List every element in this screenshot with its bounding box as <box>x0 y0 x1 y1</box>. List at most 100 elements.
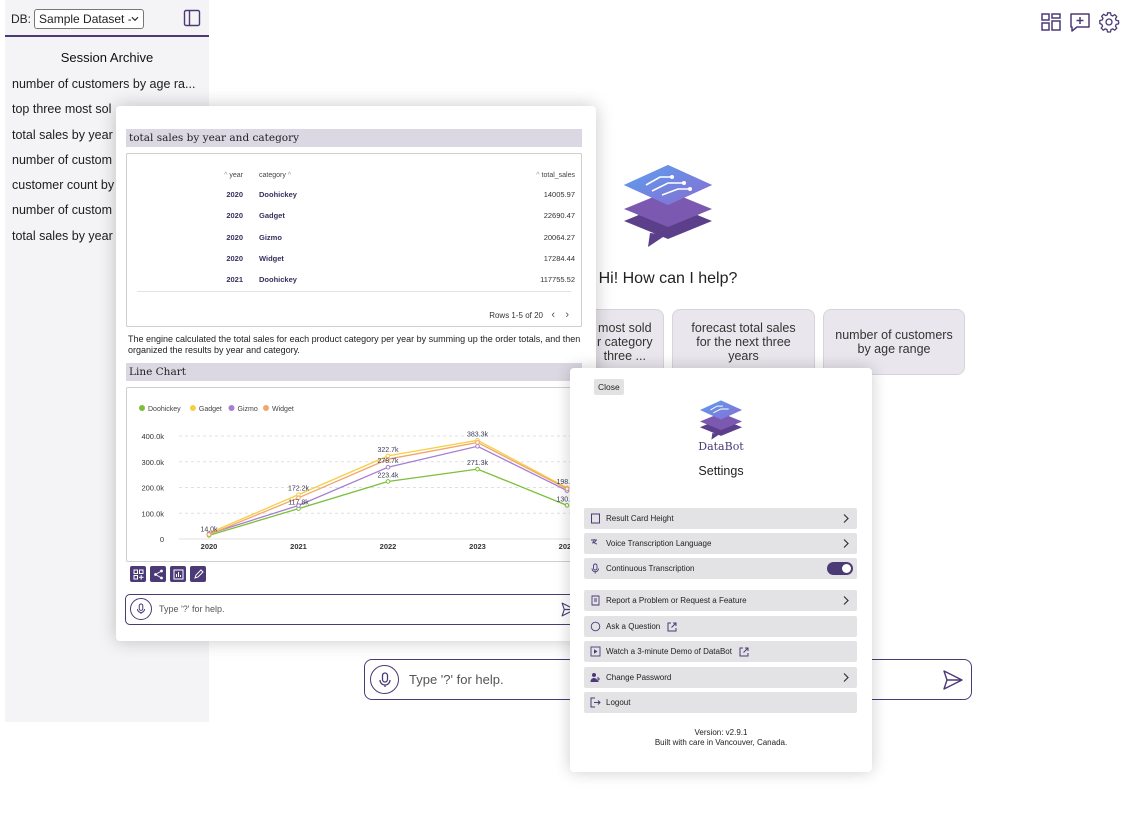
microphone-icon <box>591 563 599 574</box>
setting-label: Result Card Height <box>606 514 674 523</box>
table-divider <box>137 291 571 292</box>
data-label: 14.0k <box>200 526 218 533</box>
next-page-icon[interactable]: › <box>565 309 569 321</box>
chart-type-button[interactable] <box>170 566 186 582</box>
settings-gear-icon[interactable] <box>1098 11 1120 33</box>
x-tick-label: 2020 <box>201 542 218 551</box>
setting-label: Logout <box>606 698 631 707</box>
line-chart: 0 100.0k 200.0k 300.0k 400.0k 2020 2021 2022 202… <box>139 405 578 551</box>
suggestion-card[interactable]: forecast total sales for the next three … <box>672 309 815 375</box>
archive-item[interactable]: number of customers by age ra... <box>12 75 207 100</box>
setting-result-card-height[interactable]: Result Card Height <box>584 508 857 529</box>
send-icon[interactable] <box>941 668 965 692</box>
add-to-dashboard-button[interactable] <box>130 566 146 582</box>
result-explanation: The engine calculated the total sales fo… <box>128 334 581 355</box>
microphone-icon <box>136 603 146 614</box>
setting-ask-question[interactable]: Ask a Question <box>584 616 857 637</box>
cell-category: Widget <box>259 254 284 264</box>
y-tick-label: 200.0k <box>141 484 164 493</box>
edit-button[interactable] <box>190 566 206 582</box>
card-microphone-button[interactable] <box>130 598 152 620</box>
setting-continuous-transcription: Continuous Transcription <box>584 558 857 579</box>
setting-logout[interactable]: Logout <box>584 692 857 713</box>
db-label: DB: <box>11 12 32 26</box>
settings-panel: Close DataBot Settings Result Card Heigh… <box>570 368 872 772</box>
legend-label: Widget <box>272 406 294 413</box>
sidebar-toggle-icon[interactable] <box>183 9 201 27</box>
data-point <box>475 466 480 472</box>
y-tick-label: 300.0k <box>141 458 164 467</box>
rows-info: Rows 1-5 of 20 <box>489 311 543 320</box>
setting-watch-demo[interactable]: Watch a 3-minute Demo of DataBot <box>584 641 857 662</box>
continuous-transcription-toggle[interactable] <box>827 562 853 575</box>
column-header-year[interactable]: ^ year <box>127 167 245 184</box>
legend-marker <box>228 405 235 411</box>
data-point <box>475 444 480 449</box>
table-row: 2020 Widget 17284.44 <box>127 248 581 269</box>
result-table: ^ year category ^ ^ total_sales 2020 Doo… <box>127 167 581 290</box>
chart-title: Line Chart <box>126 363 582 381</box>
version-info: Version: v2.9.1 Built with care in Vanco… <box>570 728 872 748</box>
chevron-right-icon <box>843 673 849 682</box>
cell-total-sales: 22690.47 <box>543 211 575 221</box>
column-header-category[interactable]: category ^ <box>245 167 426 184</box>
new-chat-icon[interactable] <box>1069 11 1091 33</box>
x-tick-label: 2021 <box>290 542 307 551</box>
cell-category: Doohickey <box>259 275 297 285</box>
version-number: Version: v2.9.1 <box>694 728 748 737</box>
share-button[interactable] <box>150 566 166 582</box>
result-table-container: ^ year category ^ ^ total_sales 2020 Doo… <box>126 153 582 327</box>
legend-marker <box>263 405 269 411</box>
card-chat-input[interactable]: Type '?' for help. <box>125 594 583 625</box>
setting-label: Voice Transcription Language <box>606 539 712 548</box>
chart-container: 0 100.0k 200.0k 300.0k 400.0k 2020 2021 2022 202… <box>126 387 582 562</box>
card-input-placeholder: Type '?' for help. <box>159 604 225 614</box>
dashboard-icon[interactable] <box>1040 11 1062 33</box>
x-tick-label: 2022 <box>380 542 397 551</box>
close-button[interactable]: Close <box>594 379 624 395</box>
table-row: 2020 Gizmo 20064.27 <box>127 227 581 248</box>
databot-logo-icon <box>699 400 743 440</box>
suggestion-card[interactable]: number of customers by age range <box>823 309 965 375</box>
setting-change-password[interactable]: Change Password <box>584 667 857 688</box>
data-point <box>385 479 391 484</box>
greeting-text: Hi! How can I help? <box>598 270 738 287</box>
data-point <box>385 464 391 470</box>
chevron-right-icon <box>843 596 849 605</box>
table-row: 2021 Doohickey 117755.52 <box>127 269 581 290</box>
table-header-row: ^ year category ^ ^ total_sales <box>127 167 581 184</box>
user-key-icon <box>590 673 600 682</box>
cell-total-sales: 117755.52 <box>540 275 575 285</box>
cell-category: Gizmo <box>259 232 282 242</box>
setting-voice-language[interactable]: Voice Transcription Language <box>584 533 857 554</box>
legend-label: Doohickey <box>148 406 181 413</box>
legend-marker <box>189 405 196 411</box>
data-label: 172.2k <box>288 486 310 493</box>
session-archive-title: Session Archive <box>60 50 154 65</box>
data-label: 223.4k <box>377 472 399 479</box>
setting-label: Continuous Transcription <box>606 564 695 573</box>
cell-year: 2020 <box>226 254 243 264</box>
legend-label: Gizmo <box>238 406 258 413</box>
setting-label: Watch a 3-minute Demo of DataBot <box>606 647 732 656</box>
built-with-text: Built with care in Vancouver, Canada. <box>654 738 788 747</box>
play-icon <box>590 646 601 657</box>
external-link-icon <box>667 622 677 632</box>
column-header-total-sales[interactable]: ^ total_sales <box>426 167 581 184</box>
cell-total-sales: 20064.27 <box>543 232 575 242</box>
prev-page-icon[interactable]: ‹ <box>551 309 555 321</box>
data-point <box>475 440 480 445</box>
db-selector-row: DB: Sample Dataset - D <box>11 9 145 29</box>
x-tick-label: 2023 <box>469 542 486 551</box>
question-icon <box>590 621 601 632</box>
result-card: total sales by year and category ^ year … <box>116 106 596 641</box>
settings-title: Settings <box>698 464 744 478</box>
setting-report-problem[interactable]: Report a Problem or Request a Feature <box>584 590 857 611</box>
main-input-placeholder: Type '?' for help. <box>409 672 504 687</box>
result-title: total sales by year and category <box>126 129 582 147</box>
logout-icon <box>590 697 601 708</box>
db-select[interactable]: Sample Dataset - D <box>34 9 145 29</box>
microphone-button[interactable] <box>370 665 399 694</box>
table-row: 2020 Gadget 22690.47 <box>127 205 581 226</box>
chevron-down-icon <box>131 16 139 22</box>
